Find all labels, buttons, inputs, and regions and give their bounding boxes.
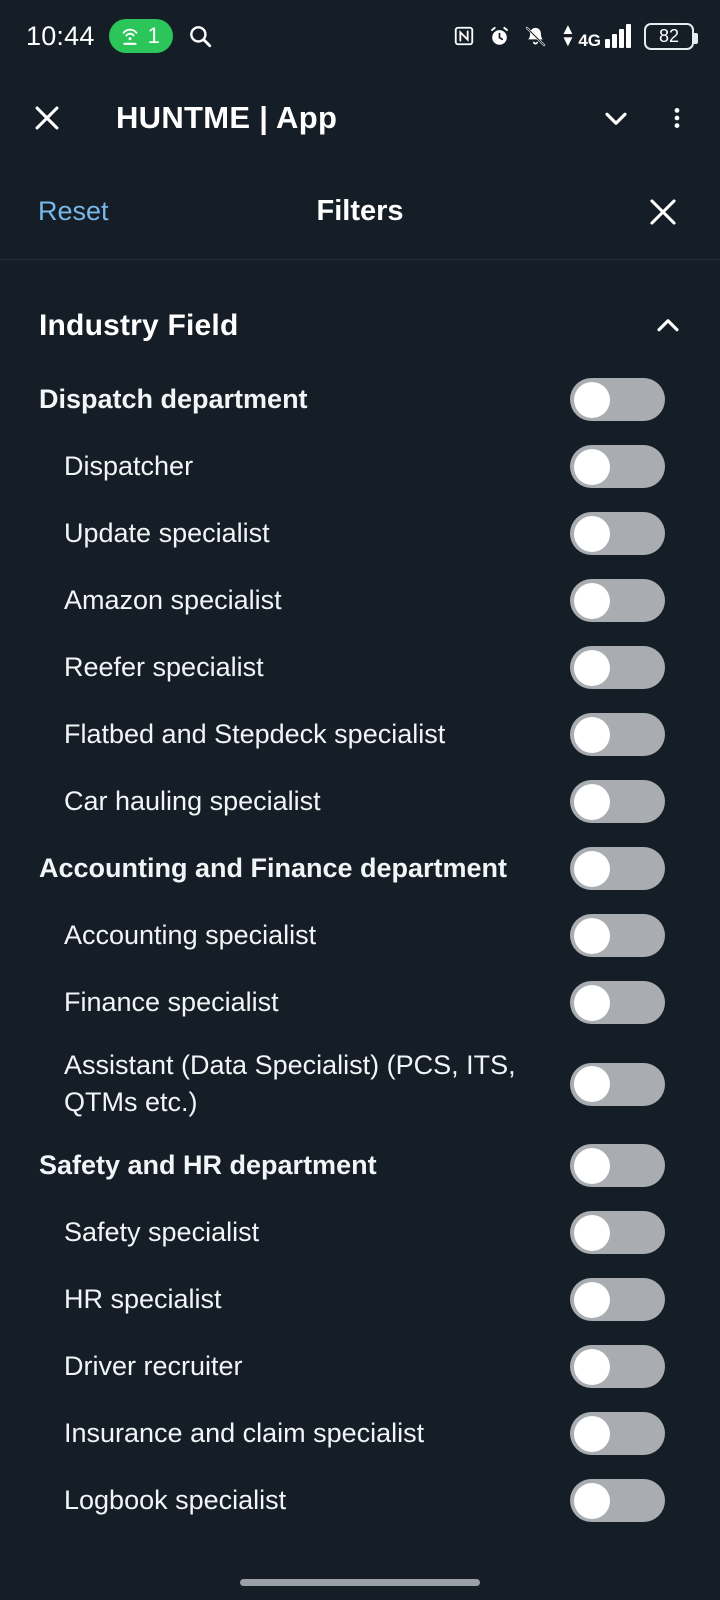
row-toggle[interactable] <box>570 1144 665 1187</box>
toggle-knob <box>574 381 610 418</box>
row-toggle[interactable] <box>570 981 665 1024</box>
status-bar-left: 10:44 1 <box>26 19 453 53</box>
specialty-row[interactable]: Safety specialist <box>0 1199 720 1266</box>
row-label: Finance specialist <box>64 987 279 1017</box>
hotspot-count: 1 <box>147 23 160 48</box>
toggle-knob <box>574 917 610 954</box>
row-toggle[interactable] <box>570 579 665 622</box>
row-toggle[interactable] <box>570 847 665 890</box>
signal-icon: ▲ ▼ 4G <box>560 22 631 50</box>
row-label: Dispatcher <box>64 451 194 481</box>
app-bar: HUNTME | App <box>0 72 720 164</box>
filters-bar: Reset Filters <box>0 164 720 260</box>
department-row[interactable]: Safety and HR department <box>0 1132 720 1199</box>
row-label: Accounting specialist <box>64 920 317 950</box>
specialty-row[interactable]: Amazon specialist <box>0 567 720 634</box>
specialty-row[interactable]: Flatbed and Stepdeck specialist <box>0 701 720 768</box>
row-toggle[interactable] <box>570 713 665 756</box>
toggle-knob <box>574 783 610 820</box>
toggle-knob <box>574 1415 610 1452</box>
toggle-knob <box>574 582 610 619</box>
row-toggle[interactable] <box>570 1062 665 1106</box>
specialty-row[interactable]: Driver recruiter <box>0 1333 720 1400</box>
row-label: Insurance and claim specialist <box>64 1418 425 1448</box>
row-label: HR specialist <box>64 1284 222 1314</box>
section-header-industry-field[interactable]: Industry Field <box>0 260 720 366</box>
toggle-knob <box>574 649 610 686</box>
hotspot-icon <box>122 28 137 45</box>
reset-button[interactable]: Reset <box>38 196 109 227</box>
toggle-knob <box>574 1482 610 1519</box>
specialty-row[interactable]: Finance specialist <box>0 969 720 1036</box>
toggle-knob <box>574 1147 610 1184</box>
specialty-row[interactable]: Accounting specialist <box>0 902 720 969</box>
row-label: Flatbed and Stepdeck specialist <box>64 719 446 749</box>
row-label: Update specialist <box>64 518 270 548</box>
hotspot-badge: 1 <box>108 19 173 53</box>
status-clock: 10:44 <box>26 20 95 51</box>
toggle-knob <box>574 1348 610 1385</box>
app-title: HUNTME | App <box>116 100 338 135</box>
filters-close-button[interactable] <box>644 193 682 231</box>
row-toggle[interactable] <box>570 445 665 488</box>
row-label: Dispatch department <box>39 384 308 414</box>
chevron-up-icon[interactable] <box>650 308 686 344</box>
status-bar: 10:44 1 ▲ ▼ 4G 82 <box>0 0 720 72</box>
toggle-knob <box>574 716 610 753</box>
section-title: Industry Field <box>39 309 239 342</box>
alarm-icon <box>491 26 509 45</box>
toggle-knob <box>574 850 610 887</box>
row-toggle[interactable] <box>570 914 665 957</box>
specialty-row[interactable]: Update specialist <box>0 500 720 567</box>
specialty-row[interactable]: Logbook specialist <box>0 1467 720 1534</box>
specialty-row[interactable]: Assistant (Data Specialist) (PCS, ITS, Q… <box>0 1036 720 1132</box>
row-label: Amazon specialist <box>64 585 282 615</box>
specialty-row[interactable]: Reefer specialist <box>0 634 720 701</box>
row-label: Safety specialist <box>64 1217 260 1247</box>
row-toggle[interactable] <box>570 1278 665 1321</box>
row-toggle[interactable] <box>570 512 665 555</box>
nfc-icon <box>455 26 474 46</box>
status-bar-right: ▲ ▼ 4G 82 <box>453 22 698 50</box>
search-icon[interactable] <box>187 23 213 49</box>
specialty-row[interactable]: Dispatcher <box>0 433 720 500</box>
row-label: Assistant (Data Specialist) (PCS, ITS, Q… <box>64 1050 516 1117</box>
close-icon <box>650 198 676 225</box>
toggle-knob <box>574 515 610 552</box>
row-label: Safety and HR department <box>39 1150 377 1180</box>
row-toggle[interactable] <box>570 780 665 823</box>
specialty-row[interactable]: Insurance and claim specialist <box>0 1400 720 1467</box>
row-toggle[interactable] <box>570 646 665 689</box>
row-label: Car hauling specialist <box>64 786 321 816</box>
app-bar-actions <box>598 100 690 136</box>
row-toggle[interactable] <box>570 378 665 421</box>
industry-field-list: Dispatch department Dispatcher Update spec… <box>0 366 720 1534</box>
row-label: Reefer specialist <box>64 652 264 682</box>
toggle-knob <box>574 1214 610 1251</box>
row-toggle[interactable] <box>570 1479 665 1522</box>
chevron-down-icon[interactable] <box>598 100 634 136</box>
row-toggle[interactable] <box>570 1345 665 1388</box>
row-label: Logbook specialist <box>64 1485 287 1515</box>
toggle-knob <box>574 1281 610 1318</box>
department-row[interactable]: Dispatch department <box>0 366 720 433</box>
row-label: Accounting and Finance department <box>39 853 508 883</box>
toggle-knob <box>574 984 610 1021</box>
toggle-knob <box>574 1066 610 1102</box>
row-toggle[interactable] <box>570 1412 665 1455</box>
home-indicator <box>240 1579 480 1586</box>
row-toggle[interactable] <box>570 1211 665 1254</box>
network-type-label: 4G <box>578 31 601 50</box>
toggle-knob <box>574 448 610 485</box>
notifications-muted-icon <box>526 26 546 46</box>
row-label: Driver recruiter <box>64 1351 243 1381</box>
department-row[interactable]: Accounting and Finance department <box>0 835 720 902</box>
specialty-row[interactable]: HR specialist <box>0 1266 720 1333</box>
battery-percent: 82 <box>658 25 680 46</box>
more-vertical-icon[interactable] <box>664 102 690 134</box>
close-icon[interactable] <box>30 101 64 135</box>
battery-icon: 82 <box>644 22 698 50</box>
specialty-row[interactable]: Car hauling specialist <box>0 768 720 835</box>
